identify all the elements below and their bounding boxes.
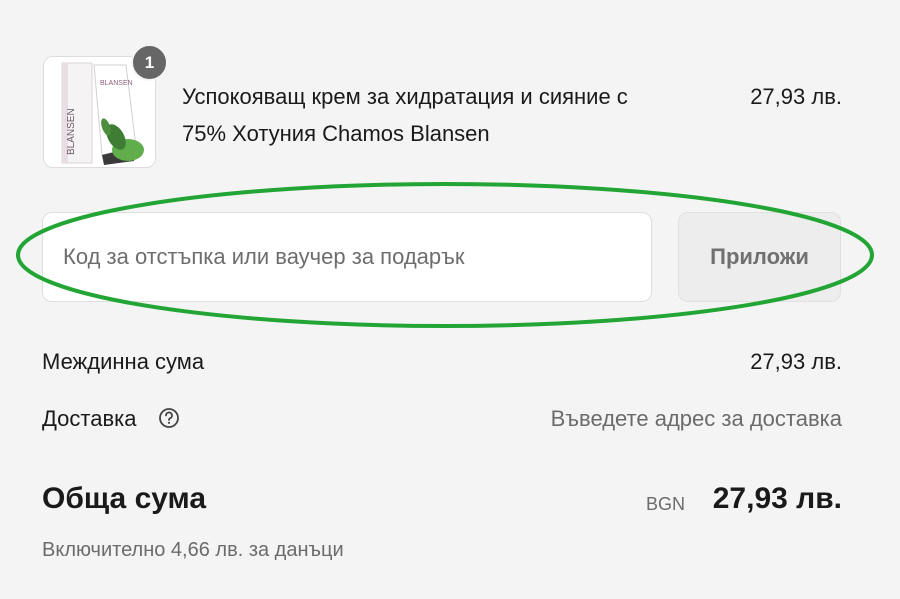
- total-label: Обща сума: [42, 482, 207, 515]
- product-name-line-1: Успокояващ крем за хидратация и сияние с: [182, 84, 628, 109]
- total-value: 27,93 лв.: [712, 482, 842, 515]
- product-name-line-2: 75% Хотуния Chamos Blansen: [182, 121, 490, 146]
- brand-text: BLANSEN: [100, 80, 133, 87]
- currency-code: BGN: [646, 494, 686, 514]
- svg-text:BLANSEN: BLANSEN: [66, 108, 77, 155]
- question-circle-icon[interactable]: [158, 407, 180, 429]
- tax-note: Включително 4,66 лв. за данъци: [42, 539, 344, 561]
- shipping-label: Доставка: [42, 406, 137, 431]
- shipping-value: Въведете адрес за доставка: [550, 406, 842, 431]
- product-name: Успокояващ крем за хидратация и сияние с…: [182, 78, 702, 152]
- product-price: 27,93 лв.: [750, 84, 842, 109]
- subtotal-label: Междинна сума: [42, 349, 205, 374]
- subtotal-value: 27,93 лв.: [750, 349, 842, 374]
- apply-discount-button[interactable]: Приложи: [678, 212, 841, 302]
- discount-code-input[interactable]: [42, 212, 652, 302]
- quantity-badge: 1: [131, 44, 168, 81]
